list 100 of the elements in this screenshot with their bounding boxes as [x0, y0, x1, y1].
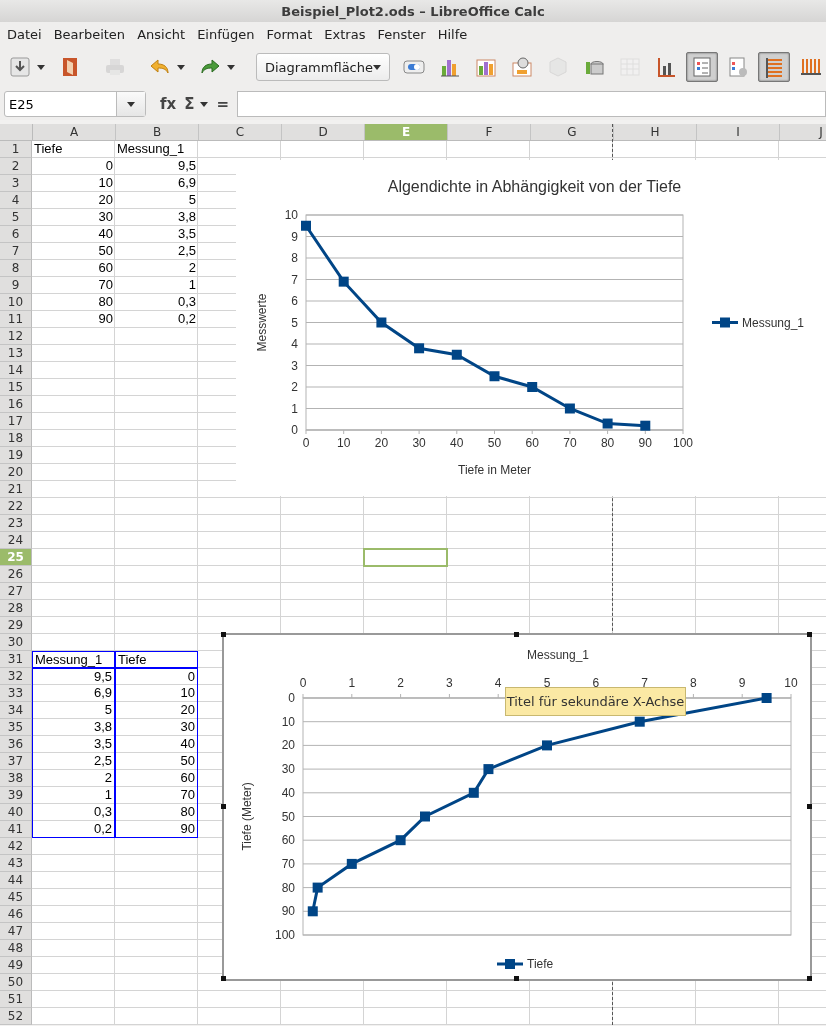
- chart[interactable]: Titel für sekundäre X-Achse 0 1 2 3 4 5 6 7 8 9 10 0 10 20 30 40 50 60 70 80 90 100 Messung_1 Tiefe (Meter) Tiefe: [222, 633, 812, 981]
- table-cell[interactable]: 2,5: [32, 753, 115, 770]
- function-wizard-button[interactable]: fx: [160, 95, 177, 113]
- row-header[interactable]: 1: [0, 141, 32, 158]
- row-header[interactable]: 52: [0, 1008, 32, 1025]
- row-header[interactable]: 22: [0, 498, 32, 515]
- element-dropdown[interactable]: Diagrammfläche: [255, 53, 390, 81]
- row-header[interactable]: 17: [0, 413, 32, 430]
- row-header[interactable]: 36: [0, 736, 32, 753]
- row-header[interactable]: 10: [0, 294, 32, 311]
- row-header[interactable]: 42: [0, 838, 32, 855]
- column-header[interactable]: A: [33, 124, 116, 140]
- table-cell[interactable]: 50: [115, 753, 198, 770]
- table-cell[interactable]: Tiefe: [32, 141, 115, 158]
- row-header[interactable]: 29: [0, 617, 32, 634]
- table-cell[interactable]: 80: [32, 294, 115, 311]
- row-header[interactable]: 44: [0, 872, 32, 889]
- row-header[interactable]: 15: [0, 379, 32, 396]
- table-cell[interactable]: Messung_1: [115, 141, 198, 158]
- row-header[interactable]: 43: [0, 855, 32, 872]
- row-header[interactable]: 39: [0, 787, 32, 804]
- row-header[interactable]: 24: [0, 532, 32, 549]
- table-cell[interactable]: 9,5: [115, 158, 198, 175]
- column-header[interactable]: F: [448, 124, 531, 140]
- sum-button[interactable]: Σ: [184, 95, 209, 113]
- menu-item[interactable]: Ansicht: [132, 26, 191, 42]
- table-cell[interactable]: 30: [115, 719, 198, 736]
- row-header[interactable]: 31: [0, 651, 32, 668]
- row-header[interactable]: 14: [0, 362, 32, 379]
- table-cell[interactable]: Tiefe: [115, 651, 198, 668]
- row-header[interactable]: 21: [0, 481, 32, 498]
- table-cell[interactable]: 3,8: [32, 719, 115, 736]
- row-header[interactable]: 3: [0, 175, 32, 192]
- table-cell[interactable]: 10: [115, 685, 198, 702]
- table-cell[interactable]: 70: [115, 787, 198, 804]
- table-cell[interactable]: 5: [115, 192, 198, 209]
- table-cell[interactable]: 0,3: [32, 804, 115, 821]
- column-header[interactable]: I: [697, 124, 780, 140]
- row-header[interactable]: 38: [0, 770, 32, 787]
- table-cell[interactable]: 0,2: [32, 821, 115, 838]
- column-header[interactable]: B: [116, 124, 199, 140]
- table-cell[interactable]: 1: [32, 787, 115, 804]
- row-header[interactable]: 11: [0, 311, 32, 328]
- row-header[interactable]: 33: [0, 685, 32, 702]
- table-cell[interactable]: 0,2: [115, 311, 198, 328]
- table-cell[interactable]: 0: [115, 668, 198, 685]
- table-cell[interactable]: 5: [32, 702, 115, 719]
- menu-item[interactable]: Fenster: [372, 26, 431, 42]
- table-cell[interactable]: 60: [32, 260, 115, 277]
- chart[interactable]: Algendichte in Abhängigkeit von der Tiefe 0 10 20 30 40 50 60 70 80 90 100 0 1 2 3 4 5 6 7 8 9 10 Tiefe in Meter Messwerte Messung_1: [236, 160, 826, 496]
- row-header[interactable]: 6: [0, 226, 32, 243]
- menu-item[interactable]: Bearbeiten: [48, 26, 131, 42]
- table-cell[interactable]: 1: [115, 277, 198, 294]
- row-header[interactable]: 40: [0, 804, 32, 821]
- row-header[interactable]: 8: [0, 260, 32, 277]
- table-cell[interactable]: 20: [32, 192, 115, 209]
- row-header[interactable]: 7: [0, 243, 32, 260]
- table-cell[interactable]: 20: [115, 702, 198, 719]
- menu-item[interactable]: Einfügen: [192, 26, 260, 42]
- name-box[interactable]: E25: [4, 91, 146, 117]
- table-cell[interactable]: 3,8: [115, 209, 198, 226]
- menu-item[interactable]: Extras: [319, 26, 371, 42]
- table-cell[interactable]: 2: [115, 260, 198, 277]
- row-header[interactable]: 20: [0, 464, 32, 481]
- table-cell[interactable]: 50: [32, 243, 115, 260]
- row-header[interactable]: 30: [0, 634, 32, 651]
- row-header[interactable]: 19: [0, 447, 32, 464]
- column-header[interactable]: C: [199, 124, 282, 140]
- table-cell[interactable]: 0,3: [115, 294, 198, 311]
- row-header[interactable]: 27: [0, 583, 32, 600]
- table-cell[interactable]: 2,5: [115, 243, 198, 260]
- table-cell[interactable]: 6,9: [115, 175, 198, 192]
- table-cell[interactable]: 30: [32, 209, 115, 226]
- column-header[interactable]: J: [780, 124, 826, 140]
- table-cell[interactable]: 2: [32, 770, 115, 787]
- table-cell[interactable]: 40: [115, 736, 198, 753]
- row-header[interactable]: 28: [0, 600, 32, 617]
- row-header[interactable]: 45: [0, 889, 32, 906]
- table-cell[interactable]: 3,5: [115, 226, 198, 243]
- row-header[interactable]: 23: [0, 515, 32, 532]
- row-header[interactable]: 41: [0, 821, 32, 838]
- row-header[interactable]: 32: [0, 668, 32, 685]
- row-header[interactable]: 48: [0, 940, 32, 957]
- row-header[interactable]: 46: [0, 906, 32, 923]
- table-cell[interactable]: 10: [32, 175, 115, 192]
- table-cell[interactable]: 90: [32, 311, 115, 328]
- table-cell[interactable]: 6,9: [32, 685, 115, 702]
- table-cell[interactable]: 3,5: [32, 736, 115, 753]
- row-header[interactable]: 50: [0, 974, 32, 991]
- table-cell[interactable]: Messung_1: [32, 651, 115, 668]
- column-header[interactable]: H: [614, 124, 697, 140]
- table-cell[interactable]: 0: [32, 158, 115, 175]
- table-cell[interactable]: 80: [115, 804, 198, 821]
- menu-item[interactable]: Datei: [2, 26, 47, 42]
- formula-button[interactable]: =: [216, 95, 230, 113]
- row-header[interactable]: 5: [0, 209, 32, 226]
- menu-item[interactable]: Hilfe: [432, 26, 473, 42]
- column-header[interactable]: G: [531, 124, 614, 140]
- menu-item[interactable]: Format: [261, 26, 318, 42]
- row-header[interactable]: 13: [0, 345, 32, 362]
